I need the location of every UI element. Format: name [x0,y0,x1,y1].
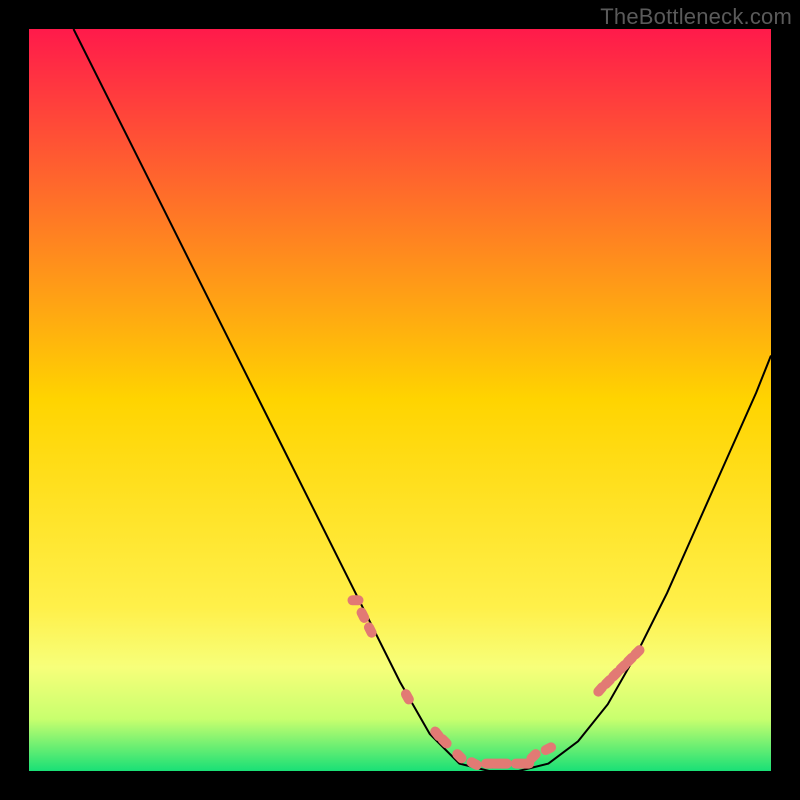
bottleneck-chart [29,29,771,771]
marker-point [348,595,364,605]
gradient-background [29,29,771,771]
chart-frame: TheBottleneck.com [0,0,800,800]
watermark-text: TheBottleneck.com [600,4,792,30]
marker-point [496,759,512,769]
